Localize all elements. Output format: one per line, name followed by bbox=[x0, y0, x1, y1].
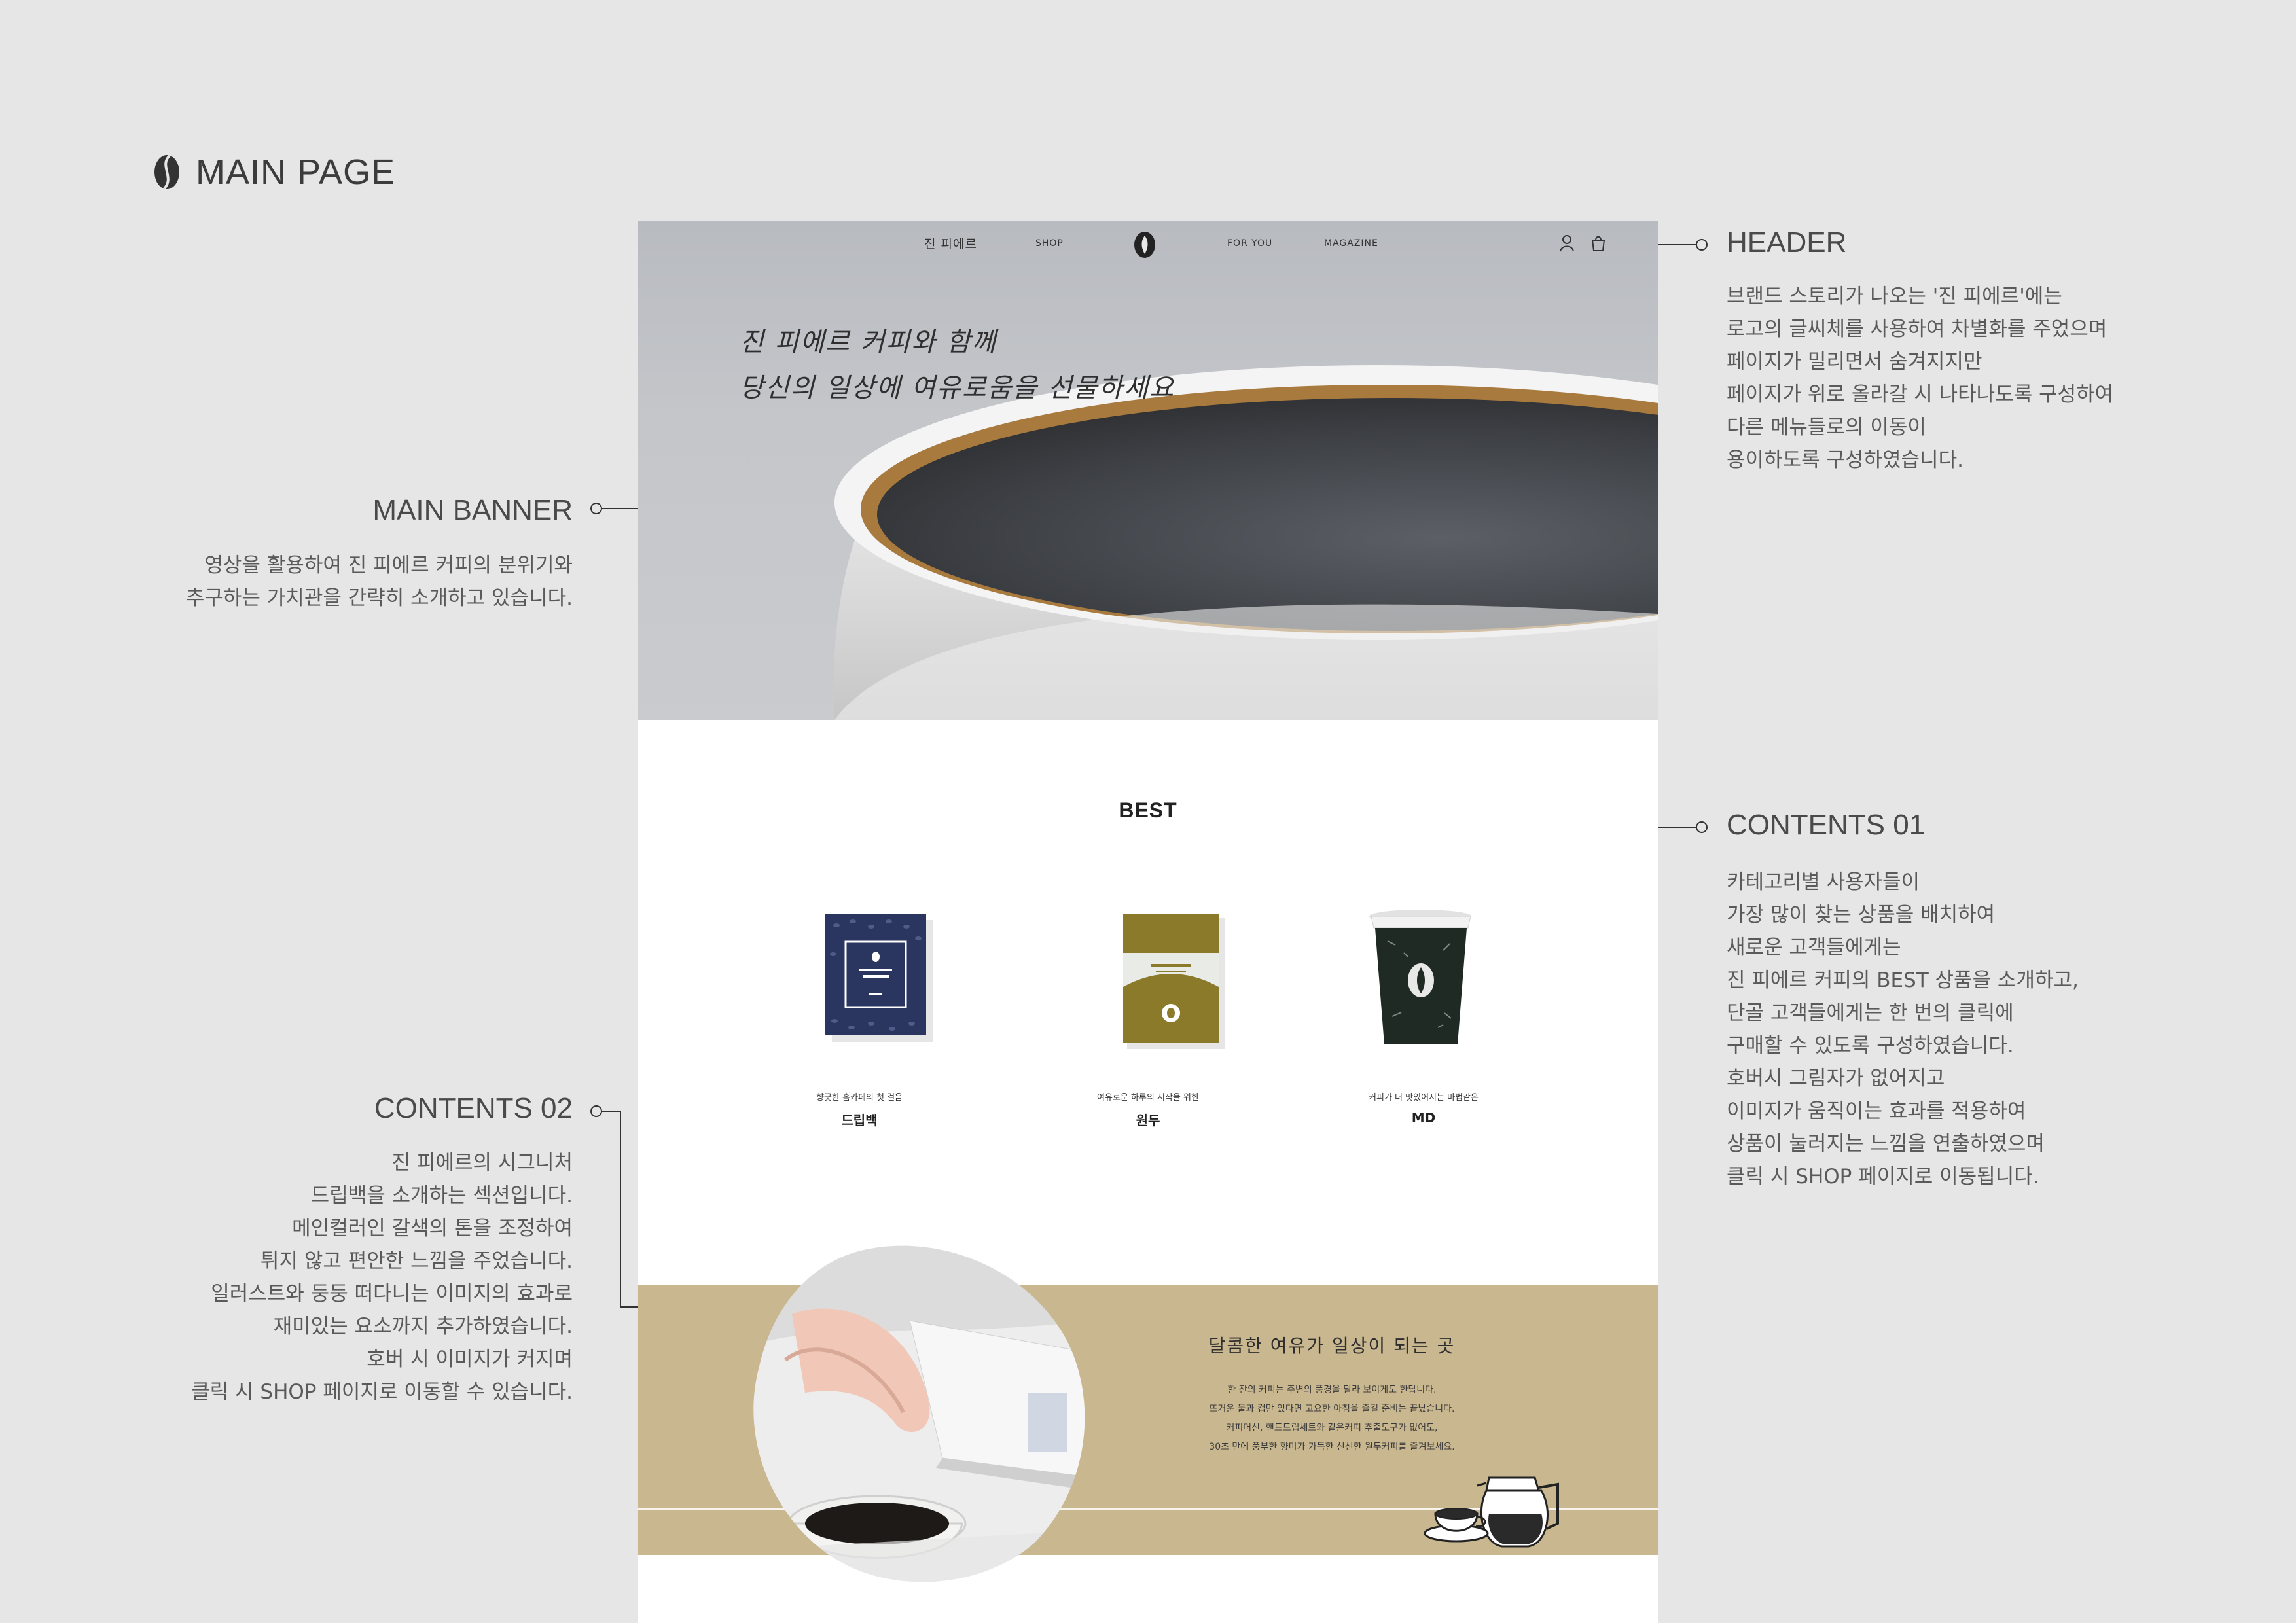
product-name: 원두 bbox=[1136, 1113, 1160, 1128]
page-heading: MAIN PAGE bbox=[152, 149, 395, 195]
reading-coffee-photo[interactable] bbox=[746, 1242, 1093, 1589]
page-title: MAIN PAGE bbox=[196, 152, 396, 192]
main-banner-annotation-body: 영상을 활용하여 진 피에르 커피의 분위기와 추구하는 가치관을 간략히 소개… bbox=[185, 554, 573, 610]
main-banner-annotation-title: MAIN BANNER bbox=[372, 494, 573, 526]
product-name: MD bbox=[1411, 1110, 1436, 1126]
best-section-title: BEST bbox=[1119, 798, 1177, 822]
nav-magazine[interactable]: MAGAZINE bbox=[1324, 238, 1378, 249]
md-cup-product-image bbox=[1369, 910, 1471, 1044]
product-name: 드립백 bbox=[841, 1113, 878, 1128]
nav-brand-story[interactable]: 진 피에르 bbox=[924, 234, 977, 252]
contents-01-annotation-title: CONTENTS 01 bbox=[1727, 809, 1926, 841]
website-mockup: 진 피에르 SHOP FOR YOU MAGAZINE 진 피에르 커피와 함께… bbox=[638, 221, 1658, 1623]
header-annotation-title: HEADER bbox=[1727, 226, 1847, 259]
coffee-cup-image bbox=[833, 365, 1658, 720]
contents-02-annotation-title: CONTENTS 02 bbox=[374, 1092, 573, 1124]
nav-for-you[interactable]: FOR YOU bbox=[1227, 238, 1272, 249]
nav-shop[interactable]: SHOP bbox=[1035, 238, 1064, 249]
product-subtitle: 여유로운 하루의 시작을 위한 bbox=[1097, 1093, 1199, 1103]
contents-01-annotation-body: 카테고리별 사용자들이 가장 많이 찾는 상품을 배치하여 새로운 고객들에게는… bbox=[1727, 870, 2079, 1188]
dripbag-product-image bbox=[825, 914, 933, 1042]
header-annotation-body: 브랜드 스토리가 나오는 '진 피에르'에는 로고의 글씨체를 사용하여 차별화… bbox=[1727, 285, 2114, 472]
product-card-dripbag[interactable]: 향긋한 홈카페의 첫 걸음 드립백 bbox=[755, 876, 964, 1128]
product-card-beans[interactable]: 여유로운 하루의 시작을 위한 원두 bbox=[1043, 876, 1253, 1128]
cart-icon[interactable] bbox=[1589, 233, 1607, 253]
story-heading: 달콤한 여유가 일상이 되는 곳 bbox=[1208, 1335, 1456, 1357]
banner-copy: 진 피에르 커피와 함께 당신의 일상에 여유로움을 선물하세요 bbox=[740, 327, 1175, 403]
story-body: 한 잔의 커피는 주변의 풍경을 달라 보이게도 한답니다. 뜨거운 물과 컵만… bbox=[1209, 1385, 1455, 1452]
product-subtitle: 향긋한 홈카페의 첫 걸음 bbox=[816, 1093, 903, 1103]
user-icon[interactable] bbox=[1558, 233, 1576, 253]
product-subtitle: 커피가 더 맛있어지는 마법같은 bbox=[1369, 1093, 1479, 1103]
bean-bag-product-image bbox=[1123, 914, 1225, 1049]
coffee-pot-illustration bbox=[1424, 1476, 1559, 1548]
contents-02-annotation-body: 진 피에르의 시그니처 드립백을 소개하는 섹션입니다. 메인컬러인 갈색의 톤… bbox=[191, 1151, 573, 1404]
main-banner: 진 피에르 SHOP FOR YOU MAGAZINE 진 피에르 커피와 함께… bbox=[638, 221, 1658, 720]
coffee-bean-icon bbox=[154, 154, 179, 190]
site-header: 진 피에르 SHOP FOR YOU MAGAZINE bbox=[638, 221, 1658, 267]
brand-logo-icon[interactable] bbox=[1132, 230, 1157, 259]
product-card-md[interactable]: 커피가 더 맛있어지는 마법같은 MD bbox=[1319, 876, 1528, 1126]
